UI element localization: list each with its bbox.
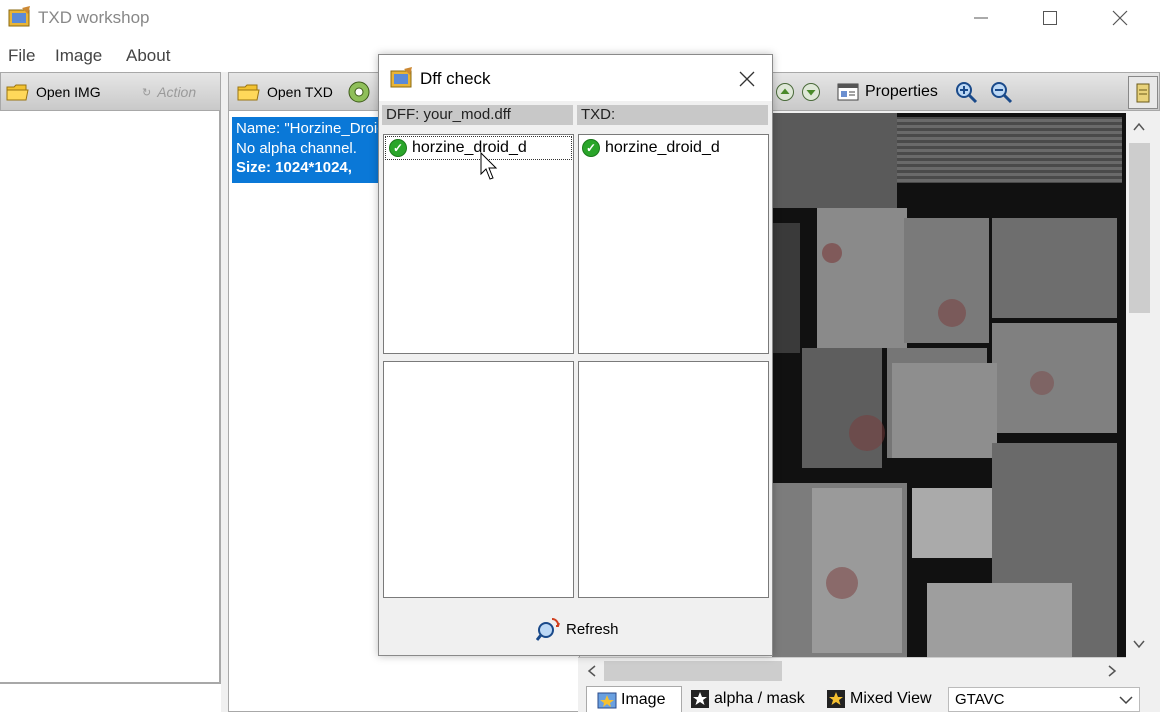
arrow-down-icon <box>802 83 820 101</box>
vertical-scrollbar[interactable] <box>1126 113 1153 658</box>
dff-column-header: DFF: your_mod.dff <box>382 105 573 125</box>
folder-icon <box>6 84 29 101</box>
zoom-in-button[interactable] <box>954 80 978 104</box>
save-button[interactable] <box>347 80 371 104</box>
extra-tool-button[interactable] <box>1128 76 1158 109</box>
texture-name: Name: "Horzine_Droid_d" <box>236 120 382 137</box>
texture-alpha-info: No alpha channel. <box>236 139 357 157</box>
list-item[interactable]: ✓ horzine_droid_d <box>579 137 768 159</box>
list-item-label: horzine_droid_d <box>605 139 720 156</box>
list-item-label: horzine_droid_d <box>412 139 527 156</box>
horizontal-scrollbar[interactable] <box>578 657 1126 683</box>
scrollbar-graphics <box>1129 122 1150 649</box>
star-icon <box>827 690 845 708</box>
action-icon: ↻ <box>142 86 152 99</box>
texture-size: Size: 1024*1024, <box>236 159 352 176</box>
close-window-button[interactable] <box>1085 0 1155 36</box>
dff-missing-list[interactable] <box>383 361 574 598</box>
document-icon <box>1136 83 1150 102</box>
disc-icon <box>348 81 370 103</box>
minimize-icon <box>974 17 988 19</box>
arrow-up-icon <box>776 83 794 101</box>
open-img-label: Open IMG <box>36 84 101 100</box>
menu-image[interactable]: Image <box>55 46 102 66</box>
star-icon <box>691 690 709 708</box>
check-ok-icon: ✓ <box>582 139 600 157</box>
menu-about[interactable]: About <box>126 46 170 66</box>
minimize-button[interactable] <box>946 0 1016 36</box>
txd-textures-list[interactable]: ✓ horzine_droid_d <box>578 134 769 354</box>
tab-alpha-label: alpha / mask <box>714 690 805 707</box>
chevron-down-icon <box>1119 695 1133 704</box>
menu-file[interactable]: File <box>8 46 35 66</box>
app-icon <box>8 6 32 28</box>
scrollbar-graphics <box>587 661 1117 681</box>
texture-list-item[interactable]: Name: "Horzine_Droid_d" No alpha channel… <box>232 117 382 183</box>
action-label: Action <box>157 84 197 100</box>
refresh-label: Refresh <box>566 620 619 638</box>
list-item[interactable]: ✓ horzine_droid_d <box>385 136 572 160</box>
tab-mixed-view[interactable]: Mixed View <box>826 686 932 712</box>
tab-image-label: Image <box>621 690 666 708</box>
open-img-button[interactable]: Open IMG <box>6 80 101 104</box>
maximize-icon <box>1043 11 1057 25</box>
refresh-icon <box>536 617 560 641</box>
img-list-pane[interactable] <box>0 111 221 683</box>
open-txd-button[interactable]: Open TXD <box>237 80 333 104</box>
properties-button[interactable]: Properties <box>837 80 938 104</box>
texture-preview[interactable] <box>772 113 1126 658</box>
dialog-close-button[interactable] <box>735 67 759 91</box>
zoom-out-button[interactable] <box>989 80 1013 104</box>
maximize-button[interactable] <box>1015 0 1085 36</box>
check-ok-icon: ✓ <box>389 139 407 157</box>
game-select[interactable]: GTAVC <box>948 687 1140 712</box>
tab-image[interactable]: Image <box>586 686 682 712</box>
properties-icon <box>837 83 859 101</box>
open-txd-label: Open TXD <box>267 84 333 100</box>
properties-label: Properties <box>865 83 938 100</box>
txd-unused-list[interactable] <box>578 361 769 598</box>
dialog-title: Dff check <box>420 69 491 88</box>
dff-textures-list[interactable]: ✓ horzine_droid_d <box>383 134 574 354</box>
close-icon <box>1112 10 1128 26</box>
zoom-in-icon <box>956 82 978 104</box>
mouse-cursor-icon <box>480 151 500 185</box>
tab-mixed-label: Mixed View <box>850 690 932 707</box>
window-title: TXD workshop <box>38 8 150 27</box>
tab-alpha-mask[interactable]: alpha / mask <box>690 686 805 712</box>
zoom-out-icon <box>991 82 1013 104</box>
texture-image <box>772 113 1126 658</box>
image-icon <box>597 692 617 708</box>
action-button[interactable]: ↻ Action <box>142 80 196 104</box>
move-down-button[interactable] <box>801 80 821 104</box>
img-status-pane <box>0 682 221 712</box>
refresh-button[interactable]: Refresh <box>536 617 619 641</box>
dialog-app-icon <box>390 67 414 92</box>
txd-column-header: TXD: <box>577 105 768 125</box>
folder-icon <box>237 84 260 101</box>
game-select-value: GTAVC <box>955 691 1005 708</box>
move-up-button[interactable] <box>775 80 795 104</box>
close-icon <box>739 71 755 87</box>
